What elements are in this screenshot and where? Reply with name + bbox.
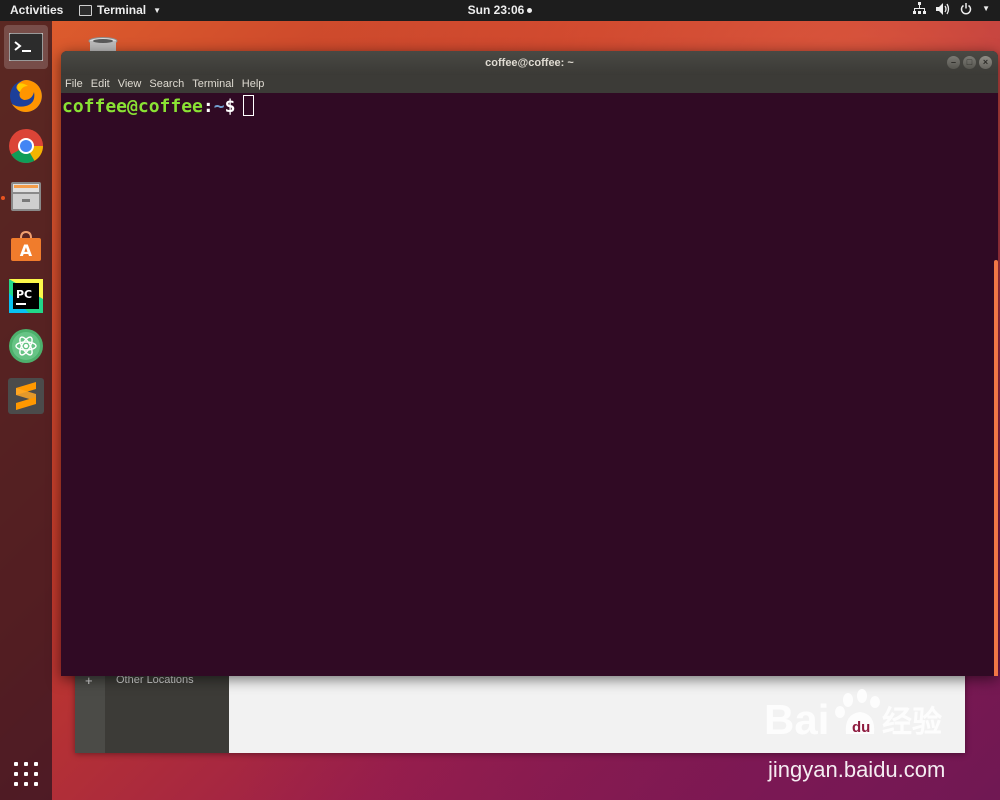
- show-applications-button[interactable]: [14, 762, 38, 786]
- atom-icon: [9, 329, 43, 363]
- grid-dot: [24, 782, 28, 786]
- window-titlebar[interactable]: coffee@coffee: ~ – □ ×: [61, 51, 998, 75]
- svg-text:A: A: [20, 241, 33, 260]
- dock-terminal[interactable]: [4, 25, 48, 69]
- firefox-icon: [10, 80, 42, 112]
- files-icon: [11, 182, 41, 211]
- notification-dot: [527, 8, 533, 13]
- minimize-button[interactable]: –: [947, 56, 960, 69]
- prompt-user-host: coffee@coffee: [62, 96, 203, 117]
- running-indicator: [1, 196, 5, 200]
- system-tray[interactable]: ▼: [913, 2, 990, 15]
- terminal-content[interactable]: coffee@coffee:~$: [61, 93, 998, 676]
- maximize-button[interactable]: □: [963, 56, 976, 69]
- baidu-watermark: Bai du 经验 jingyan.baidu.com: [762, 686, 987, 786]
- menu-file[interactable]: File: [65, 75, 88, 93]
- text-cursor: [243, 95, 255, 116]
- window-title: coffee@coffee: ~: [485, 57, 574, 69]
- grid-dot: [24, 762, 28, 766]
- chevron-down-icon: ▼: [982, 4, 990, 13]
- shell-prompt: coffee@coffee:~$: [62, 95, 255, 117]
- power-icon[interactable]: [960, 2, 972, 15]
- top-bar: Activities Terminal ▼ Sun 23:06 ▼: [0, 0, 1000, 21]
- dock-pycharm[interactable]: PC: [4, 274, 48, 318]
- svg-text:PC: PC: [16, 288, 32, 301]
- volume-icon[interactable]: [936, 2, 950, 15]
- terminal-window: coffee@coffee: ~ – □ × File Edit View Se…: [61, 51, 998, 676]
- svg-text:du: du: [852, 719, 870, 736]
- software-center-icon: A: [11, 230, 41, 261]
- network-icon[interactable]: [913, 2, 927, 15]
- desktop: Activities Terminal ▼ Sun 23:06 ▼ A PC +…: [0, 0, 1000, 800]
- prompt-path: ~: [213, 96, 225, 117]
- dock-sublime-text[interactable]: [4, 374, 48, 418]
- svg-text:Bai: Bai: [764, 696, 829, 743]
- dock-atom[interactable]: [4, 324, 48, 368]
- sidebar-strip: +: [75, 670, 105, 753]
- pycharm-icon: PC: [9, 279, 43, 313]
- dock-files[interactable]: [4, 174, 48, 218]
- dock-chrome[interactable]: [4, 124, 48, 168]
- clock[interactable]: Sun 23:06: [0, 3, 1000, 17]
- svg-text:经验: 经验: [882, 705, 942, 740]
- menu-terminal[interactable]: Terminal: [192, 75, 239, 93]
- prompt-dollar: $: [224, 96, 236, 117]
- terminal-icon: [9, 33, 43, 61]
- menu-bar: File Edit View Search Terminal Help: [61, 75, 998, 93]
- dock-software-center[interactable]: A: [4, 224, 48, 268]
- menu-view[interactable]: View: [118, 75, 147, 93]
- grid-dot: [14, 762, 18, 766]
- menu-search[interactable]: Search: [149, 75, 189, 93]
- prompt-colon: :: [202, 96, 214, 117]
- scrollbar[interactable]: [994, 260, 998, 676]
- sublime-text-icon: [8, 378, 44, 414]
- dock-firefox[interactable]: [4, 74, 48, 118]
- menu-help[interactable]: Help: [242, 75, 270, 93]
- sidebar-panel: Other Locations: [105, 670, 229, 753]
- grid-dot: [14, 782, 18, 786]
- clock-label: Sun 23:06: [467, 3, 525, 17]
- watermark-site: jingyan.baidu.com: [768, 757, 946, 782]
- grid-dot: [14, 772, 18, 776]
- window-controls: – □ ×: [947, 56, 992, 69]
- menu-edit[interactable]: Edit: [91, 75, 115, 93]
- grid-dot: [34, 762, 38, 766]
- dock: A PC: [0, 21, 52, 800]
- chrome-icon: [9, 129, 43, 163]
- close-button[interactable]: ×: [979, 56, 992, 69]
- grid-dot: [34, 772, 38, 776]
- baidu-logo: Bai du 经验: [764, 689, 942, 743]
- grid-dot: [34, 782, 38, 786]
- grid-dot: [24, 772, 28, 776]
